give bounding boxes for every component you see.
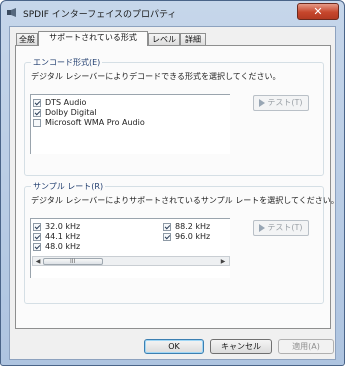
sample-rate-title: サンプル レート(R) (31, 181, 106, 192)
ok-button[interactable]: OK (144, 339, 204, 354)
wma-pro-audio-label: Microsoft WMA Pro Audio (45, 118, 145, 127)
encode-format-group: エンコード形式(E) デジタル レシーバーによりデコードできる形式を選択してくだ… (24, 57, 324, 176)
rate-44-checkbox[interactable] (33, 233, 41, 241)
encode-format-title: エンコード形式(E) (31, 57, 103, 68)
tab-levels[interactable]: レベル (148, 33, 180, 45)
rate-88-label: 88.2 kHz (175, 222, 211, 231)
title-bar[interactable]: SPDIF インターフェイスのプロパティ ✕ (1, 1, 344, 25)
tab-supported-formats[interactable]: サポートされている形式 (38, 31, 148, 46)
close-button[interactable]: ✕ (297, 3, 339, 20)
rate-88-checkbox[interactable] (163, 223, 171, 231)
encode-format-description: デジタル レシーバーによりデコードできる形式を選択してください。 (31, 72, 281, 81)
encode-test-button[interactable]: テスト(T) (253, 95, 309, 111)
rate-96-checkbox[interactable] (163, 233, 171, 241)
rate-96-label: 96.0 kHz (175, 232, 211, 241)
speaker-icon (7, 8, 16, 17)
play-icon (259, 223, 266, 232)
dts-audio-label: DTS Audio (45, 98, 87, 107)
rate-32-checkbox[interactable] (33, 223, 41, 231)
rate-48-checkbox[interactable] (33, 243, 41, 251)
dolby-digital-label: Dolby Digital (45, 108, 97, 117)
sample-rate-test-label: テスト(T) (267, 223, 303, 232)
tab-general[interactable]: 全般 (16, 33, 38, 45)
window-title: SPDIF インターフェイスのプロパティ (23, 10, 177, 20)
encode-format-list: DTS Audio Dolby Digital Microsoft WMA Pr… (30, 94, 230, 154)
cancel-button[interactable]: キャンセル (210, 339, 272, 354)
tab-page: エンコード形式(E) デジタル レシーバーによりデコードできる形式を選択してくだ… (15, 45, 339, 329)
sample-rate-list: 32.0 kHz 44.1 kHz 48.0 kHz 88.2 kHz 96.0… (30, 218, 230, 278)
dialog-client: 全般 サポートされている形式 レベル 詳細 エンコード形式(E) デジタル レシ… (9, 26, 339, 360)
play-icon (259, 98, 266, 107)
apply-button[interactable]: 適用(A) (278, 339, 334, 354)
wma-pro-audio-checkbox[interactable] (33, 119, 41, 127)
dolby-digital-checkbox[interactable] (33, 109, 41, 117)
rate-48-label: 48.0 kHz (45, 242, 81, 251)
scroll-right-icon[interactable]: ▶ (219, 258, 227, 265)
tab-advanced[interactable]: 詳細 (180, 33, 206, 45)
dts-audio-checkbox[interactable] (33, 99, 41, 107)
sample-rate-description: デジタル レシーバーによりサポートされているサンプル レートを選択してください。 (31, 196, 339, 205)
rate-32-label: 32.0 kHz (45, 222, 81, 231)
scroll-thumb[interactable]: III (43, 258, 103, 265)
horizontal-scrollbar[interactable]: ◀ III ▶ (32, 256, 230, 266)
properties-window: SPDIF インターフェイスのプロパティ ✕ 全般 サポートされている形式 レベ… (0, 0, 345, 366)
sample-rate-test-button[interactable]: テスト(T) (253, 220, 309, 236)
sample-rate-group: サンプル レート(R) デジタル レシーバーによりサポートされているサンプル レ… (24, 181, 339, 304)
scroll-grip: III (70, 258, 76, 265)
encode-test-label: テスト(T) (267, 98, 303, 107)
rate-44-label: 44.1 kHz (45, 232, 81, 241)
scroll-left-icon[interactable]: ◀ (34, 258, 42, 265)
